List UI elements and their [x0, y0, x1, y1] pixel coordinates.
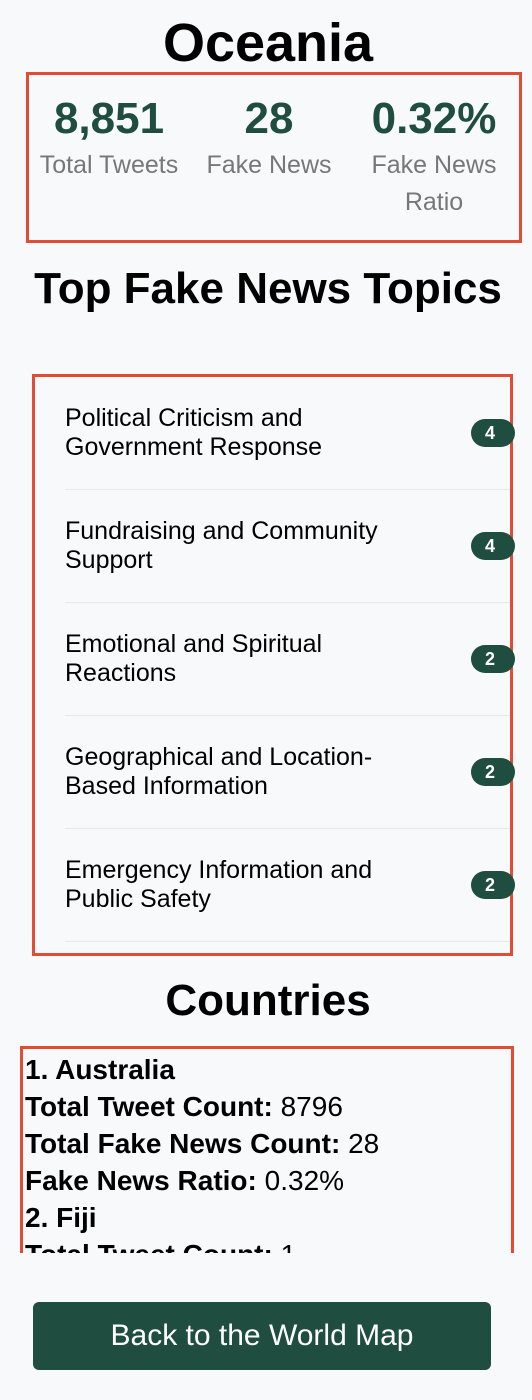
field-label: Total Tweet Count:: [25, 1091, 273, 1122]
topic-count-badge: 2: [471, 871, 515, 899]
page-title: Oceania: [162, 13, 374, 73]
field-value: 8796: [280, 1091, 343, 1122]
countries-section-title: Countries: [165, 976, 371, 1025]
topic-item[interactable]: Emotional and Spiritual Reactions 2: [65, 603, 515, 716]
field-value: 28: [348, 1128, 380, 1159]
country-total-tweets: Total Tweet Count: 1: [25, 1236, 379, 1253]
topic-label: Political Criticism and Government Respo…: [65, 404, 323, 461]
topic-item[interactable]: Fundraising and Community Support 4: [65, 490, 515, 603]
topic-label: Geographical and Location-Based Informat…: [65, 743, 373, 800]
topic-label: Emotional and Spiritual Reactions: [65, 630, 323, 687]
topic-item[interactable]: Geographical and Location-Based Informat…: [65, 716, 515, 829]
topic-item[interactable]: Political Criticism and Government Respo…: [65, 377, 515, 490]
topic-count-badge: 2: [471, 645, 515, 673]
country-name: 1. Australia: [25, 1054, 175, 1085]
stat-value: 8,851: [53, 94, 165, 143]
countries-content: 1. Australia Total Tweet Count: 8796 Tot…: [25, 1051, 379, 1253]
topic-label: Emergency Information and Public Safety: [65, 856, 373, 913]
topic-label: Fundraising and Community Support: [65, 517, 378, 574]
topic-count-badge: 2: [471, 758, 515, 786]
stat-fake-news-ratio: 0.32% Fake News Ratio: [359, 91, 509, 221]
country-ratio: Fake News Ratio: 0.32%: [25, 1162, 379, 1199]
stat-total-tweets: 8,851 Total Tweets: [29, 91, 189, 184]
countries-list[interactable]: 1. Australia Total Tweet Count: 8796 Tot…: [20, 1046, 514, 1253]
country-name: 2. Fiji: [25, 1202, 97, 1233]
topic-count-badge: 4: [471, 532, 515, 560]
back-to-world-map-button[interactable]: Back to the World Map: [33, 1302, 491, 1370]
field-value: 1: [281, 1239, 297, 1253]
stat-value: 28: [244, 94, 294, 143]
field-label: Total Fake News Count:: [25, 1128, 341, 1159]
field-label: Fake News Ratio:: [25, 1165, 257, 1196]
field-value: 0.32%: [264, 1165, 345, 1196]
country-total-tweets: Total Tweet Count: 8796: [25, 1088, 379, 1125]
stat-label: Fake News: [206, 151, 332, 179]
topics-list: Political Criticism and Government Respo…: [32, 374, 515, 956]
topics-section-title: Top Fake News Topics: [34, 264, 502, 313]
stat-label: Total Tweets: [39, 151, 179, 179]
topic-count-badge: 4: [471, 419, 515, 447]
field-label: Total Tweet Count:: [25, 1239, 273, 1253]
topic-item[interactable]: Emergency Information and Public Safety …: [65, 829, 515, 942]
stats-summary: 8,851 Total Tweets 28 Fake News 0.32% Fa…: [26, 72, 522, 243]
stat-label: Fake News Ratio: [371, 151, 497, 216]
country-total-fake: Total Fake News Count: 28: [25, 1125, 379, 1162]
stat-value: 0.32%: [371, 94, 497, 143]
stat-fake-news: 28 Fake News: [199, 91, 339, 184]
